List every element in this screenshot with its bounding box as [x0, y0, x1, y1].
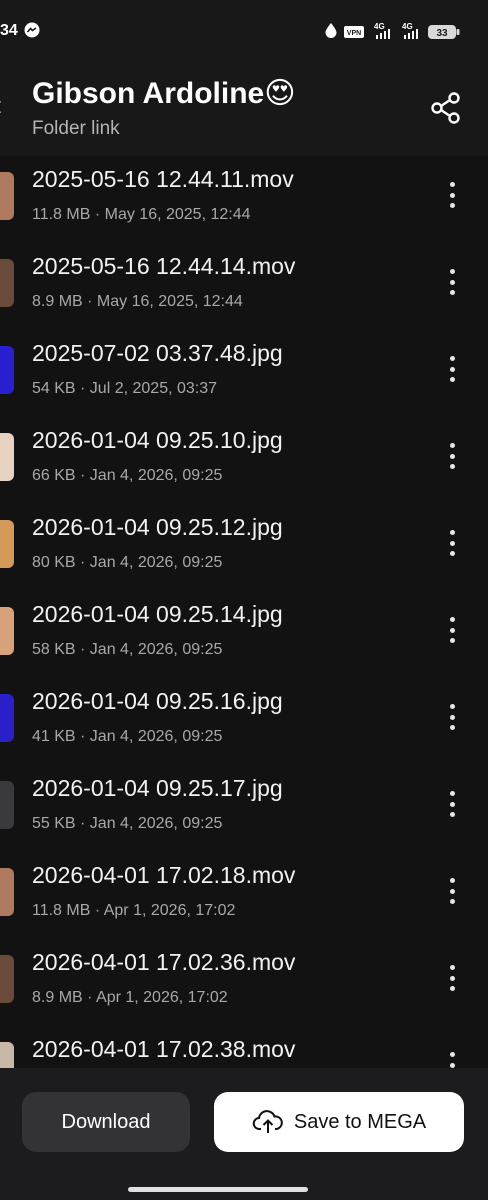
more-options-icon[interactable] [440, 963, 464, 993]
file-list-item[interactable]: 2026-01-04 09.25.12.jpg 80 KB · Jan 4, 20… [0, 508, 488, 595]
vpn-icon: VPN [344, 25, 364, 43]
file-list-item[interactable]: 2026-04-01 17.02.36.mov 8.9 MB · Apr 1, 2… [0, 943, 488, 1030]
home-indicator[interactable] [128, 1187, 308, 1192]
file-list-item[interactable]: 2026-01-04 09.25.10.jpg 66 KB · Jan 4, 20… [0, 421, 488, 508]
more-options-icon[interactable] [440, 354, 464, 384]
share-icon [431, 92, 460, 124]
more-options-icon[interactable] [440, 441, 464, 471]
file-name: 2026-04-01 17.02.18.mov [32, 862, 296, 888]
file-list-item[interactable]: 2026-01-04 09.25.17.jpg 55 KB · Jan 4, 20… [0, 769, 488, 856]
battery-icon: 33 [428, 25, 460, 44]
more-options-icon[interactable] [440, 702, 464, 732]
more-options-icon[interactable] [440, 1050, 464, 1068]
file-thumbnail [0, 346, 14, 394]
file-thumbnail [0, 1042, 14, 1068]
share-button[interactable] [428, 90, 464, 126]
file-meta: 80 KB · Jan 4, 2026, 09:25 [32, 554, 223, 571]
signal-2-icon: 4G [400, 22, 424, 45]
svg-text:33: 33 [436, 28, 448, 39]
file-thumbnail [0, 694, 14, 742]
file-meta: 41 KB · Jan 4, 2026, 09:25 [32, 728, 223, 745]
file-name: 2026-04-01 17.02.38.mov [32, 1036, 296, 1062]
status-bar: 34 VPN 4G 4G 33 [0, 0, 488, 64]
file-list-item[interactable]: 2025-05-16 12.44.14.mov 8.9 MB · May 16, … [0, 247, 488, 334]
save-to-mega-label: Save to MEGA [293, 1110, 427, 1133]
svg-text:4G: 4G [374, 22, 385, 31]
file-meta: 54 KB · Jul 2, 2025, 03:37 [32, 380, 218, 397]
signal-1-icon: 4G [372, 22, 396, 45]
file-name: 2026-01-04 09.25.17.jpg [32, 775, 283, 801]
file-thumbnail [0, 520, 14, 568]
file-name: 2026-01-04 09.25.14.jpg [32, 601, 283, 627]
data-saver-icon [324, 22, 338, 43]
download-button[interactable]: Download [22, 1092, 190, 1152]
file-list-item[interactable]: 2025-05-16 12.44.11.mov 11.8 MB · May 16,… [0, 160, 488, 247]
more-options-icon[interactable] [440, 876, 464, 906]
file-meta: 11.8 MB · May 16, 2025, 12:44 [32, 206, 251, 223]
file-name: 2025-05-16 12.44.11.mov [32, 166, 294, 192]
cloud-upload-icon [252, 1110, 283, 1133]
file-name: 2025-07-02 03.37.48.jpg [32, 340, 283, 366]
file-thumbnail [0, 172, 14, 220]
svg-text:4G: 4G [402, 22, 413, 31]
file-thumbnail [0, 868, 14, 916]
more-options-icon[interactable] [440, 615, 464, 645]
status-time: 34 [0, 22, 18, 39]
file-list-item[interactable]: 2026-01-04 09.25.16.jpg 41 KB · Jan 4, 20… [0, 682, 488, 769]
bottom-action-bar: Download Save to MEGA [0, 1068, 488, 1200]
download-button-label: Download [61, 1110, 151, 1133]
messenger-icon [24, 22, 40, 43]
file-meta: 55 KB · Jan 4, 2026, 09:25 [32, 815, 223, 832]
file-thumbnail [0, 955, 14, 1003]
file-meta: 58 KB · Jan 4, 2026, 09:25 [32, 641, 223, 658]
file-thumbnail [0, 781, 14, 829]
file-name: 2026-01-04 09.25.16.jpg [32, 688, 283, 714]
file-list-item[interactable]: 2026-04-01 17.02.38.mov [0, 1030, 488, 1068]
app-header: Gibson Ardoline😍 Folder link [0, 64, 488, 156]
folder-title: Gibson Ardoline😍 [32, 77, 296, 110]
more-options-icon[interactable] [440, 180, 464, 210]
file-thumbnail [0, 259, 14, 307]
file-name: 2025-05-16 12.44.14.mov [32, 253, 296, 279]
file-name: 2026-01-04 09.25.12.jpg [32, 514, 283, 540]
file-name: 2026-04-01 17.02.36.mov [32, 949, 296, 975]
file-list-item[interactable]: 2026-04-01 17.02.18.mov 11.8 MB · Apr 1, … [0, 856, 488, 943]
save-to-mega-button[interactable]: Save to MEGA [214, 1092, 464, 1152]
more-options-icon[interactable] [440, 789, 464, 819]
folder-subtitle: Folder link [32, 118, 120, 139]
file-meta: 8.9 MB · May 16, 2025, 12:44 [32, 293, 243, 310]
file-list-item[interactable]: 2025-07-02 03.37.48.jpg 54 KB · Jul 2, 20… [0, 334, 488, 421]
back-arrow-icon[interactable] [0, 92, 2, 122]
file-meta: 66 KB · Jan 4, 2026, 09:25 [32, 467, 223, 484]
file-list[interactable]: 2025-05-16 12.44.11.mov 11.8 MB · May 16,… [0, 156, 488, 1068]
file-thumbnail [0, 433, 14, 481]
file-meta: 11.8 MB · Apr 1, 2026, 17:02 [32, 902, 236, 919]
more-options-icon[interactable] [440, 267, 464, 297]
file-list-item[interactable]: 2026-01-04 09.25.14.jpg 58 KB · Jan 4, 20… [0, 595, 488, 682]
file-thumbnail [0, 607, 14, 655]
more-options-icon[interactable] [440, 528, 464, 558]
file-name: 2026-01-04 09.25.10.jpg [32, 427, 283, 453]
svg-text:VPN: VPN [347, 30, 361, 37]
file-meta: 8.9 MB · Apr 1, 2026, 17:02 [32, 989, 228, 1006]
